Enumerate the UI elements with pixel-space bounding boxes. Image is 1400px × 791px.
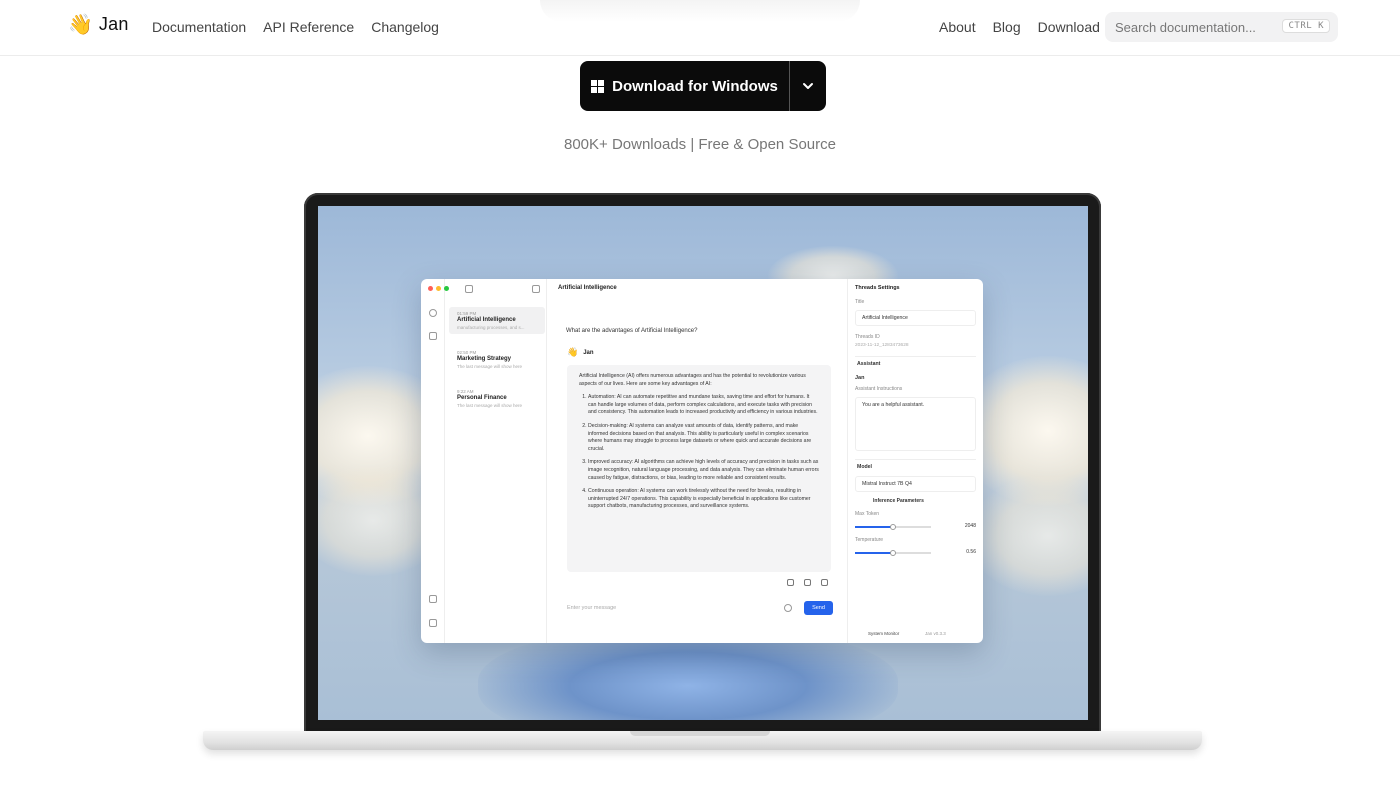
answer-point: Continuous operation: AI systems can wor… bbox=[588, 488, 819, 511]
message-composer: Enter your message Send bbox=[567, 599, 833, 617]
thread-title: Artificial Intelligence bbox=[457, 317, 516, 323]
assistant-answer: Artificial Intelligence (AI) offers nume… bbox=[567, 365, 831, 572]
assistant-header: 👋 Jan bbox=[567, 347, 594, 358]
top-navbar: 👋 Jan Documentation API Reference Change… bbox=[0, 0, 1400, 56]
thread-list: 01:59 PM Artificial Intelligence manufac… bbox=[445, 279, 547, 643]
settings-icon[interactable] bbox=[429, 619, 437, 627]
chat-icon[interactable] bbox=[429, 309, 437, 317]
chat-title: Artificial Intelligence bbox=[558, 285, 617, 291]
download-options-dropdown[interactable] bbox=[790, 61, 826, 111]
title-label: Title bbox=[855, 299, 865, 305]
search-box[interactable]: CTRL K bbox=[1105, 12, 1338, 42]
nav-link-about[interactable]: About bbox=[939, 19, 976, 35]
hero-tagline: 800K+ Downloads | Free & Open Source bbox=[564, 136, 836, 153]
send-button[interactable]: Send bbox=[804, 601, 833, 615]
instructions-field[interactable]: You are a helpful assistant. bbox=[855, 397, 976, 451]
cloud-right-reflection bbox=[968, 476, 1088, 596]
nav-link-changelog[interactable]: Changelog bbox=[371, 19, 439, 35]
thread-id-value: 2023-11-12_1283473628 bbox=[855, 343, 909, 348]
message-input[interactable]: Enter your message bbox=[567, 605, 784, 611]
assistant-section-toggle[interactable]: Assistant bbox=[855, 356, 976, 371]
chat-panel: Artificial Intelligence What are the adv… bbox=[547, 279, 847, 643]
attach-icon[interactable] bbox=[784, 604, 792, 612]
thread-time: 01:59 PM bbox=[457, 311, 477, 316]
thread-title: Marketing Strategy bbox=[457, 356, 512, 362]
wave-emoji-icon: 👋 bbox=[567, 347, 579, 357]
apps-grid-icon[interactable] bbox=[429, 332, 437, 340]
max-token-value: 2048 bbox=[964, 523, 976, 529]
title-field[interactable]: Artificial Intelligence bbox=[855, 310, 976, 326]
search-shortcut-badge: CTRL K bbox=[1282, 19, 1330, 33]
download-button-label: Download for Windows bbox=[612, 77, 778, 95]
thread-preview: manufacturing processes, and s... bbox=[457, 325, 525, 330]
answer-point: Decision-making: AI systems can analyze … bbox=[588, 423, 819, 453]
answer-intro: Artificial Intelligence (AI) offers nume… bbox=[579, 373, 806, 387]
nav-link-api-reference[interactable]: API Reference bbox=[263, 19, 354, 35]
chevron-down-icon bbox=[803, 83, 813, 89]
system-monitor-link[interactable]: System Monitor bbox=[868, 631, 899, 636]
temperature-row: 0.56 bbox=[855, 543, 976, 556]
temperature-value: 0.56 bbox=[966, 549, 976, 555]
nav-link-download[interactable]: Download bbox=[1038, 19, 1100, 35]
app-version: Jan v0.3.3 bbox=[925, 631, 946, 636]
inference-params-toggle[interactable]: Inference Parameters bbox=[855, 498, 976, 504]
thread-title: Personal Finance bbox=[457, 395, 507, 401]
assistant-name: Jan bbox=[583, 349, 594, 356]
laptop-notch bbox=[630, 731, 770, 736]
instructions-label: Assistant Instructions bbox=[855, 386, 903, 392]
copy-icon[interactable] bbox=[804, 579, 811, 586]
answer-point: Automation: AI can automate repetitive a… bbox=[588, 394, 819, 417]
answer-list: Automation: AI can automate repetitive a… bbox=[579, 394, 819, 511]
thread-item-ai[interactable]: 01:59 PM Artificial Intelligence manufac… bbox=[449, 307, 545, 334]
thread-time: 9:22 AM bbox=[457, 389, 474, 394]
user-question: What are the advantages of Artificial In… bbox=[566, 328, 698, 334]
brand-logo[interactable]: 👋 Jan bbox=[68, 12, 129, 36]
model-section-toggle[interactable]: Model bbox=[855, 459, 976, 474]
thread-item-finance[interactable]: 9:22 AM Personal Finance The last messag… bbox=[449, 385, 545, 412]
thread-preview: The last message will show here bbox=[457, 364, 523, 369]
download-button-group: Download for Windows bbox=[580, 61, 826, 111]
windows-icon bbox=[591, 79, 605, 93]
settings-assistant-name: Jan bbox=[855, 375, 865, 381]
answer-point: Improved accuracy: AI algorithms can ach… bbox=[588, 459, 819, 482]
model-select[interactable]: Mistral Instruct 7B Q4 bbox=[855, 476, 976, 492]
sidebar-toggle-icon[interactable] bbox=[465, 285, 473, 293]
app-icon-rail bbox=[421, 279, 449, 643]
primary-nav-links: Documentation API Reference Changelog bbox=[152, 19, 439, 35]
thread-time: 02:50 PM bbox=[457, 350, 477, 355]
minimize-dot-icon[interactable] bbox=[436, 286, 441, 291]
brand-name: Jan bbox=[98, 13, 129, 34]
thread-settings-panel: Threads Settings Title Artificial Intell… bbox=[847, 279, 983, 643]
max-token-row: 2048 bbox=[855, 517, 976, 530]
new-thread-icon[interactable] bbox=[532, 285, 540, 293]
max-token-slider[interactable] bbox=[855, 523, 931, 530]
thread-preview: The last message will show here bbox=[457, 403, 523, 408]
nav-link-blog[interactable]: Blog bbox=[993, 19, 1021, 35]
local-api-icon[interactable] bbox=[429, 595, 437, 603]
search-input[interactable] bbox=[1115, 19, 1285, 35]
thread-item-marketing[interactable]: 02:50 PM Marketing Strategy The last mes… bbox=[449, 346, 545, 373]
delete-icon[interactable] bbox=[821, 579, 828, 586]
wave-emoji-icon: 👋 bbox=[68, 12, 93, 36]
regenerate-icon[interactable] bbox=[787, 579, 794, 586]
thread-id-label: Threads ID bbox=[855, 334, 880, 340]
temperature-slider[interactable] bbox=[855, 549, 931, 556]
jan-app-window: 01:59 PM Artificial Intelligence manufac… bbox=[421, 279, 983, 643]
download-windows-button[interactable]: Download for Windows bbox=[580, 61, 789, 111]
settings-header: Threads Settings bbox=[855, 285, 900, 291]
close-dot-icon[interactable] bbox=[428, 286, 433, 291]
nav-glow-decoration bbox=[540, 0, 860, 22]
secondary-nav-links: About Blog Download bbox=[939, 19, 1100, 35]
message-actions bbox=[787, 579, 828, 586]
nav-link-documentation[interactable]: Documentation bbox=[152, 19, 246, 35]
